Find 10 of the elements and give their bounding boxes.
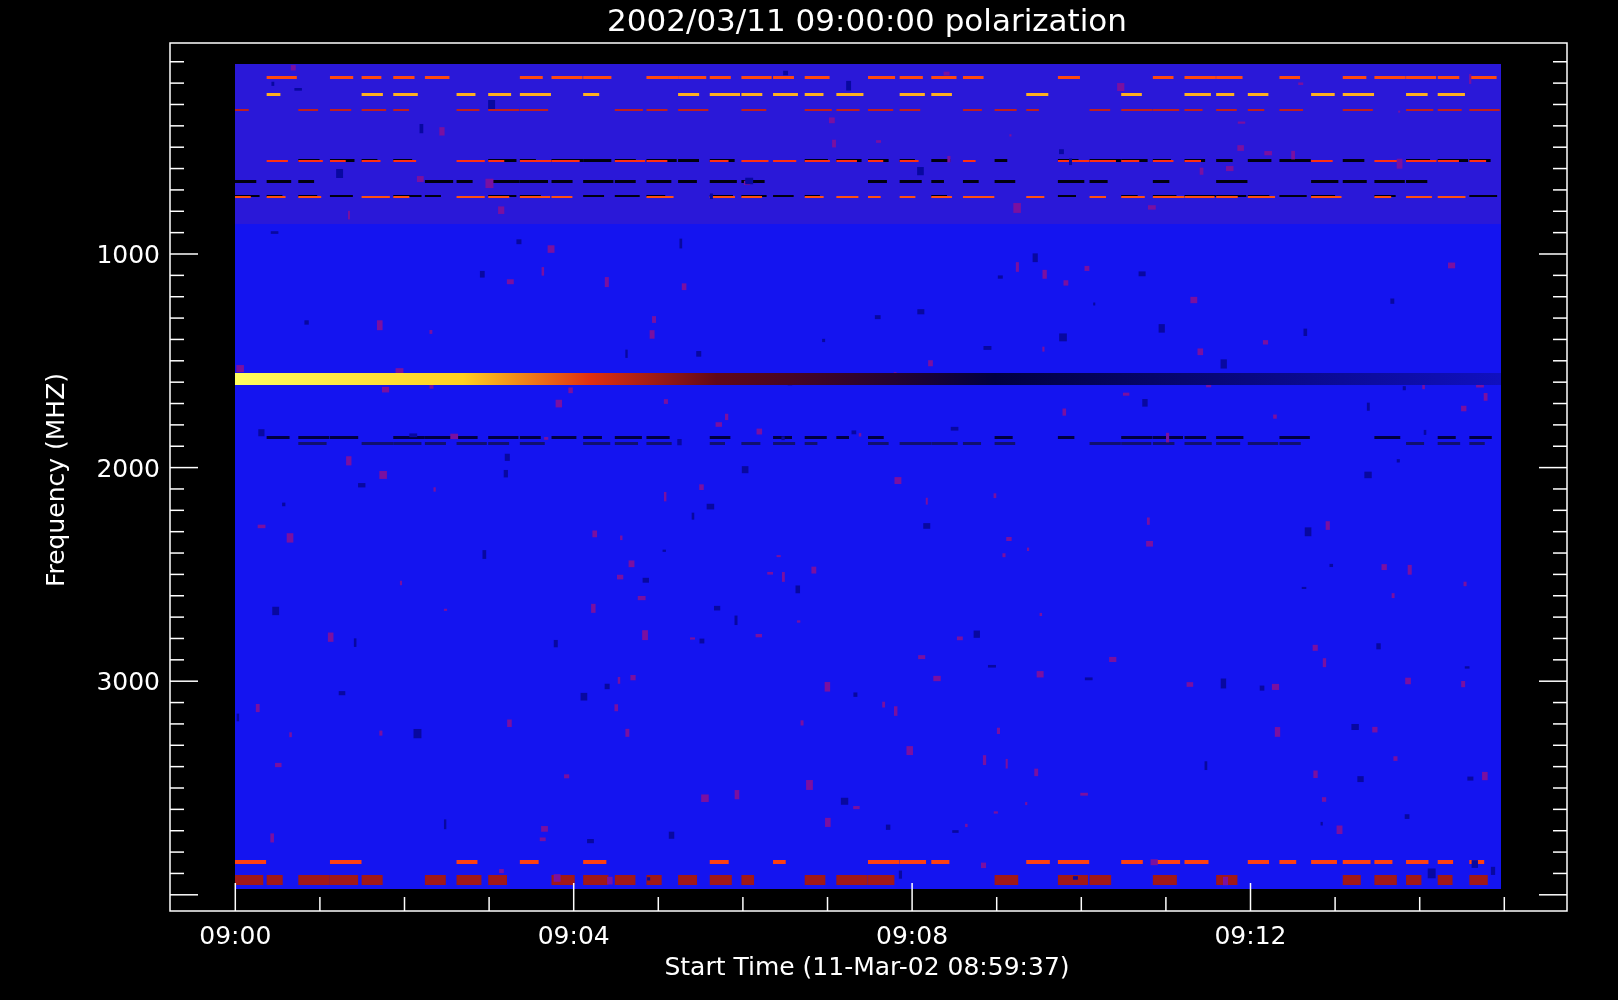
x-tick-label: 09:08 (876, 921, 949, 950)
x-axis-label: Start Time (11-Mar-02 08:59:37) (664, 952, 1070, 981)
x-tick-label: 09:12 (1214, 921, 1287, 950)
y-tick-label: 1000 (96, 240, 160, 269)
x-tick-label: 09:00 (199, 921, 272, 950)
y-axis-label: Frequency (MHZ) (41, 372, 70, 588)
y-tick-label: 3000 (96, 667, 160, 697)
y-tick-label: 2000 (96, 453, 160, 483)
chart-title: 2002/03/11 09:00:00 polarization (607, 2, 1127, 38)
x-tick-label: 09:04 (537, 921, 610, 950)
